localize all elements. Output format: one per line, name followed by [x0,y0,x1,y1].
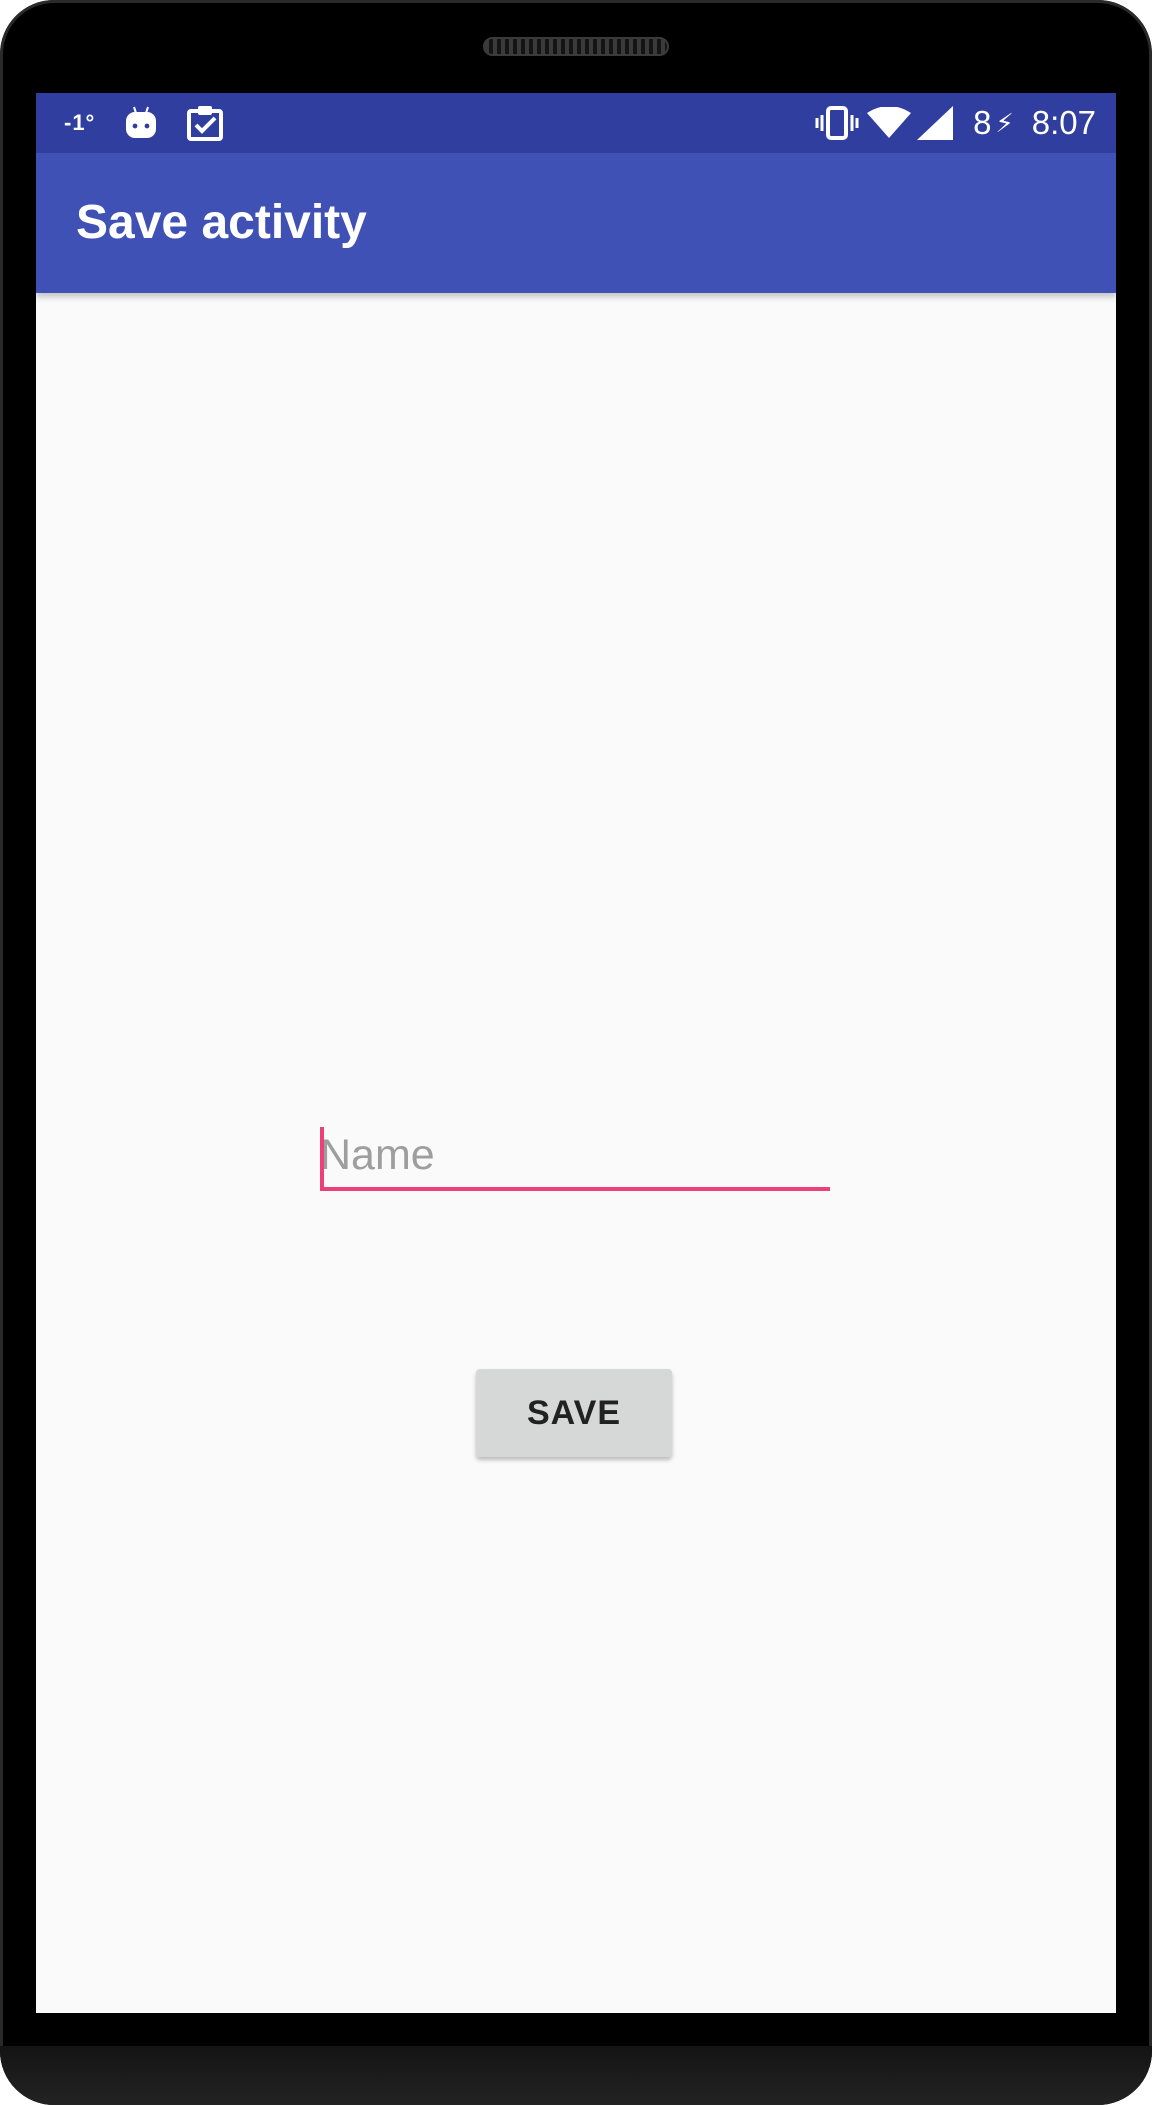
status-left-group: -1° [64,93,225,153]
charging-icon: ⚡ [995,107,1014,138]
text-cursor [320,1127,324,1187]
name-field[interactable] [320,1121,830,1191]
vibrate-icon [815,106,859,140]
weather-temperature: -1° [64,110,96,135]
status-right-group: 8 ⚡ 8:07 [785,93,1096,153]
android-icon [125,106,157,140]
phone-frame: -1° 8 ⚡ 8:07 Save activity Name SAVE [0,0,1152,2105]
app-bar: Save activity [36,153,1116,293]
phone-bottom-bezel [0,2046,1152,2105]
page-title: Save activity [76,196,367,249]
save-button[interactable]: SAVE [476,1369,672,1457]
earpiece-speaker [483,37,669,56]
clock-time: 8:07 [1031,104,1096,141]
cell-signal-icon [917,106,954,140]
name-field-underline [320,1187,830,1191]
wifi-icon [867,106,912,139]
screen: -1° 8 ⚡ 8:07 Save activity Name SAVE [36,93,1116,2013]
battery-level: 8 [973,104,992,141]
clipboard-check-icon [187,105,225,141]
status-bar: -1° 8 ⚡ 8:07 [36,93,1116,153]
name-input[interactable] [320,1121,830,1189]
